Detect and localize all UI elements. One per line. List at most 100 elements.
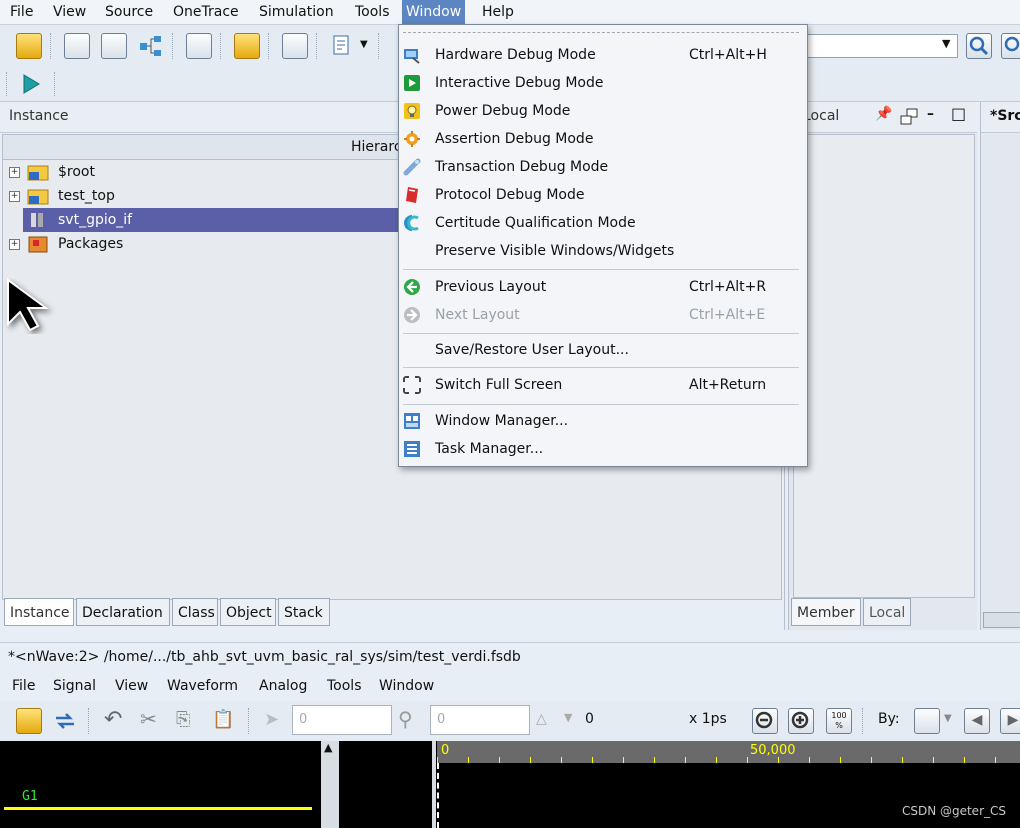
signal-group-label: G1	[22, 789, 38, 804]
search-input[interactable]	[806, 34, 958, 58]
nwave-menu-waveform[interactable]: Waveform	[167, 671, 238, 701]
menu-file[interactable]: File	[6, 0, 37, 24]
open-design-icon[interactable]	[234, 33, 260, 59]
menu-item-task-manager[interactable]: Task Manager...	[399, 435, 805, 463]
nwave-menu-view[interactable]: View	[115, 671, 148, 701]
menu-item-previous-layout[interactable]: Previous Layout Ctrl+Alt+R	[399, 273, 805, 301]
open-file-icon[interactable]	[16, 708, 42, 734]
nwave-menu-tools[interactable]: Tools	[327, 671, 362, 701]
tab-instance[interactable]: Instance	[4, 598, 74, 626]
find-next-icon[interactable]	[1001, 33, 1020, 59]
toolbar-separator	[50, 33, 53, 59]
pin-icon[interactable]: 📌	[875, 106, 892, 122]
expand-plus-icon[interactable]: +	[9, 191, 20, 202]
hierarchy-tree-icon[interactable]	[138, 33, 164, 59]
tab-declaration[interactable]: Declaration	[76, 598, 170, 626]
tree-row-label: Packages	[58, 236, 124, 252]
tab-member[interactable]: Member	[791, 598, 861, 626]
nwave-menu-signal[interactable]: Signal	[53, 671, 96, 701]
tab-class[interactable]: Class	[172, 598, 218, 626]
maximize-icon[interactable]: □	[951, 104, 966, 123]
chevron-down-icon[interactable]: ▼	[944, 713, 952, 724]
expand-plus-icon[interactable]: +	[9, 239, 20, 250]
cut-icon[interactable]: ✂	[140, 707, 157, 731]
zoom-out-icon[interactable]	[752, 708, 778, 734]
menu-onetrace[interactable]: OneTrace	[169, 0, 243, 24]
open-folder-icon[interactable]	[16, 33, 42, 59]
menu-item-label: Power Debug Mode	[435, 103, 571, 119]
search-forward-icon[interactable]: ▶	[1000, 708, 1020, 734]
chevron-down-icon[interactable]: ▼	[942, 37, 950, 50]
menu-item-hardware-debug[interactable]: Hardware Debug Mode Ctrl+Alt+H	[399, 41, 805, 69]
menu-item-switch-full-screen[interactable]: Switch Full Screen Alt+Return	[399, 371, 805, 399]
menu-item-power-debug[interactable]: Power Debug Mode	[399, 97, 805, 125]
menu-item-save-restore-layout[interactable]: Save/Restore User Layout...	[399, 336, 805, 364]
search-backward-icon[interactable]: ◀	[964, 708, 990, 734]
menu-item-next-layout[interactable]: Next Layout Ctrl+Alt+E	[399, 301, 805, 329]
delta-down-icon[interactable]: ▼	[564, 711, 572, 724]
pane-splitter[interactable]	[432, 741, 436, 828]
menu-item-protocol-debug[interactable]: Protocol Debug Mode	[399, 181, 805, 209]
tab-local[interactable]: Local	[863, 598, 911, 626]
delta-up-icon[interactable]: △	[536, 711, 547, 727]
zoom-in-icon[interactable]	[788, 708, 814, 734]
find-icon[interactable]	[966, 33, 992, 59]
menu-window[interactable]: Window	[402, 0, 466, 24]
toolbar-separator	[248, 708, 251, 734]
tearoff-line[interactable]	[403, 32, 799, 33]
tab-stack[interactable]: Stack	[278, 598, 330, 626]
new-document-icon[interactable]	[330, 33, 356, 59]
signal-value-pane[interactable]	[343, 741, 431, 828]
menu-item-interactive-debug[interactable]: Interactive Debug Mode	[399, 69, 805, 97]
copy-icon[interactable]: ⎘	[176, 709, 190, 730]
horizontal-scrollbar[interactable]	[983, 612, 1020, 628]
menu-item-preserve-visible[interactable]: Preserve Visible Windows/Widgets	[399, 237, 805, 265]
menu-simulation[interactable]: Simulation	[255, 0, 338, 24]
menu-source[interactable]: Source	[101, 0, 157, 24]
menu-item-window-manager[interactable]: Window Manager...	[399, 407, 805, 435]
signal-name-pane[interactable]: G1	[0, 741, 320, 828]
local-panel: Local 📌 – □ Member Local	[788, 102, 977, 630]
flow-view-icon[interactable]	[101, 33, 127, 59]
waveform-canvas[interactable]	[437, 763, 1020, 828]
undock-icon[interactable]	[899, 108, 919, 126]
menu-help[interactable]: Help	[478, 0, 518, 24]
minimize-icon[interactable]: –	[927, 106, 934, 122]
tab-object[interactable]: Object	[220, 598, 276, 626]
toolbar-separator	[378, 33, 381, 59]
marker-time-input[interactable]: 0	[430, 705, 530, 735]
pointer-tool-icon[interactable]: ➤	[264, 709, 279, 730]
toolbar-separator	[862, 708, 865, 734]
menu-view[interactable]: View	[49, 0, 90, 24]
menu-item-label: Protocol Debug Mode	[435, 187, 585, 203]
expand-plus-icon[interactable]: +	[9, 167, 20, 178]
edit-pencil-icon[interactable]	[282, 33, 308, 59]
run-play-icon[interactable]	[20, 73, 42, 95]
undo-icon[interactable]: ↶	[104, 707, 122, 732]
marker-tool-icon[interactable]: ⚲	[398, 707, 413, 731]
menu-item-assertion-debug[interactable]: Assertion Debug Mode	[399, 125, 805, 153]
menu-item-shortcut: Alt+Return	[689, 377, 767, 393]
vertical-scrollbar[interactable]: ▲	[321, 741, 339, 828]
task-manager-icon	[404, 441, 420, 457]
nwave-menu-analog[interactable]: Analog	[259, 671, 307, 701]
dropdown-arrow-icon[interactable]: ▼	[360, 39, 368, 50]
menu-item-transaction-debug[interactable]: Transaction Debug Mode	[399, 153, 805, 181]
menu-separator	[403, 367, 799, 368]
reload-icon[interactable]	[52, 710, 78, 732]
cursor-line[interactable]	[437, 763, 439, 828]
time-ruler[interactable]: 0 50,000	[437, 741, 1020, 763]
nwave-menu-file[interactable]: File	[12, 671, 35, 701]
menu-tools[interactable]: Tools	[351, 0, 394, 24]
schematic-icon[interactable]	[64, 33, 90, 59]
menu-item-certitude-qualification[interactable]: Certitude Qualification Mode	[399, 209, 805, 237]
paste-icon[interactable]: 📋	[212, 709, 234, 730]
fsm-view-icon[interactable]	[186, 33, 212, 59]
scroll-up-icon[interactable]: ▲	[324, 741, 332, 754]
search-by-icon[interactable]	[914, 708, 940, 734]
zoom-100-button[interactable]: 100 %	[826, 708, 852, 734]
cursor-time-input[interactable]: 0	[292, 705, 392, 735]
nwave-menu-window[interactable]: Window	[379, 671, 434, 701]
window-menu-dropdown: Hardware Debug Mode Ctrl+Alt+H Interacti…	[398, 24, 808, 467]
delta-value: 0	[585, 711, 594, 727]
